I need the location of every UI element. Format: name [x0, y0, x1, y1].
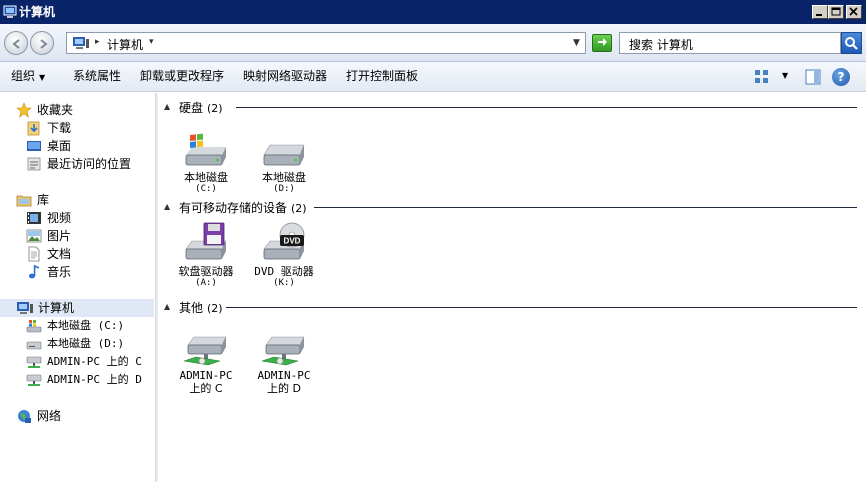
network-drive-c-item[interactable]: ADMIN-PC 上的 C	[168, 329, 244, 395]
desktop-icon	[27, 141, 41, 151]
group-divider	[226, 307, 857, 308]
network-drive-icon	[183, 336, 227, 366]
nav-computer[interactable]: 计算机	[0, 299, 154, 317]
windows-drive-icon	[26, 320, 42, 333]
map-network-drive-button[interactable]: 映射网络驱动器	[243, 69, 327, 83]
dvd-drive-item[interactable]: DVD DVD 驱动器 (K:)	[246, 221, 322, 289]
network-drive-d-label: ADMIN-PC	[257, 369, 311, 382]
arrow-left-icon	[12, 39, 20, 49]
title-bar: 计算机	[0, 0, 866, 24]
refresh-icon	[598, 38, 607, 46]
organize-button[interactable]: 组织 ▼	[11, 69, 45, 85]
drive-d-item[interactable]: 本地磁盘 (D:)	[246, 131, 322, 195]
arrow-right-icon	[40, 39, 48, 49]
address-bar[interactable]: ▸ 计算机 ▾ ▼	[66, 32, 586, 54]
open-control-panel-button[interactable]: 打开控制面板	[346, 69, 418, 83]
library-icon	[16, 195, 32, 207]
dvd-badge-text: DVD	[284, 237, 301, 246]
collapse-triangle-icon[interactable]: ▲	[164, 102, 170, 111]
refresh-button[interactable]	[592, 34, 612, 52]
floppy-drive-label: 软盘驱动器	[178, 265, 234, 278]
close-button[interactable]	[846, 5, 862, 19]
network-drive-icon	[26, 356, 42, 368]
uninstall-program-button[interactable]: 卸载或更改程序	[140, 69, 224, 83]
dvd-drive-icon: DVD	[263, 222, 305, 260]
search-button[interactable]	[841, 32, 862, 54]
network-globe-icon	[18, 410, 31, 423]
recent-places-icon	[27, 157, 41, 171]
view-tiles-icon[interactable]	[754, 69, 770, 85]
breadcrumb-computer[interactable]: 计算机	[107, 36, 143, 53]
collapse-triangle-icon[interactable]: ▲	[164, 302, 170, 311]
network-drive-d-sub: 上的 D	[267, 382, 301, 395]
dvd-drive-letter: (K:)	[273, 278, 295, 288]
system-properties-button[interactable]: 系统属性	[73, 69, 121, 83]
drive-d-letter: (D:)	[273, 184, 295, 194]
content-area: ▲ 硬盘 (2) 本地磁盘 (C:) 本地磁盘 (D:) ▲ 有可移动存储的设备…	[160, 93, 866, 482]
downloads-folder-icon	[27, 121, 40, 136]
music-icon	[29, 264, 40, 279]
search-icon	[845, 37, 858, 50]
computer-icon	[17, 302, 33, 314]
window-title: 计算机	[19, 5, 56, 19]
computer-icon	[73, 37, 89, 49]
floppy-drive-letter: (A:)	[195, 278, 217, 288]
group-header-removable[interactable]: ▲ 有可移动存储的设备 (2)	[160, 198, 860, 216]
dvd-drive-label: DVD 驱动器	[254, 265, 314, 278]
drive-c-label: 本地磁盘	[184, 171, 228, 184]
group-header-other[interactable]: ▲ 其他 (2)	[160, 298, 860, 316]
hard-drive-icon	[263, 144, 305, 166]
group-divider	[314, 207, 857, 208]
network-drive-c-label: ADMIN-PC	[179, 369, 233, 382]
drive-d-label: 本地磁盘	[262, 171, 306, 184]
chevron-down-icon: ▼	[39, 73, 46, 82]
group-header-hdd[interactable]: ▲ 硬盘 (2)	[160, 98, 860, 116]
navigation-pane: 收藏夹 下载 桌面 最近访问的位置 库 视频 图片 文档 音乐 计算机 本地磁盘…	[0, 93, 158, 482]
forward-button[interactable]	[30, 31, 54, 55]
address-dropdown-icon[interactable]: ▼	[573, 38, 580, 48]
group-divider	[236, 107, 857, 108]
hard-drive-icon	[26, 341, 42, 350]
drive-c-letter: (C:)	[195, 184, 217, 194]
search-input[interactable]: 搜索 计算机	[619, 32, 841, 54]
video-icon	[27, 212, 41, 224]
chevron-down-icon[interactable]: ▾	[149, 37, 154, 47]
network-drive-c-sub: 上的 C	[189, 382, 223, 395]
computer-icon	[3, 5, 17, 18]
drive-c-item[interactable]: 本地磁盘 (C:)	[168, 131, 244, 195]
back-button[interactable]	[4, 31, 28, 55]
help-icon[interactable]: ?	[832, 68, 850, 86]
windows-drive-icon	[185, 133, 226, 166]
network-drive-d-item[interactable]: ADMIN-PC 上的 D	[246, 329, 322, 395]
chevron-right-icon[interactable]: ▸	[95, 37, 100, 47]
minimize-button[interactable]	[812, 5, 828, 19]
network-drive-icon	[261, 336, 305, 366]
floppy-drive-item[interactable]: 软盘驱动器 (A:)	[168, 221, 244, 289]
maximize-button[interactable]	[828, 5, 844, 19]
preview-pane-icon[interactable]	[805, 69, 821, 85]
network-drive-icon	[26, 374, 42, 386]
documents-icon	[28, 246, 40, 262]
view-options-dropdown-icon[interactable]: ▼	[782, 71, 788, 80]
address-toolbar: ▸ 计算机 ▾ ▼ 搜索 计算机	[0, 24, 866, 62]
star-icon	[16, 102, 32, 118]
collapse-triangle-icon[interactable]: ▲	[164, 202, 170, 211]
floppy-drive-icon	[185, 222, 227, 260]
pictures-icon	[26, 229, 42, 243]
command-bar: 组织 ▼ 系统属性 卸载或更改程序 映射网络驱动器 打开控制面板 ▼ ?	[0, 62, 866, 92]
search-placeholder: 搜索 计算机	[629, 38, 693, 52]
